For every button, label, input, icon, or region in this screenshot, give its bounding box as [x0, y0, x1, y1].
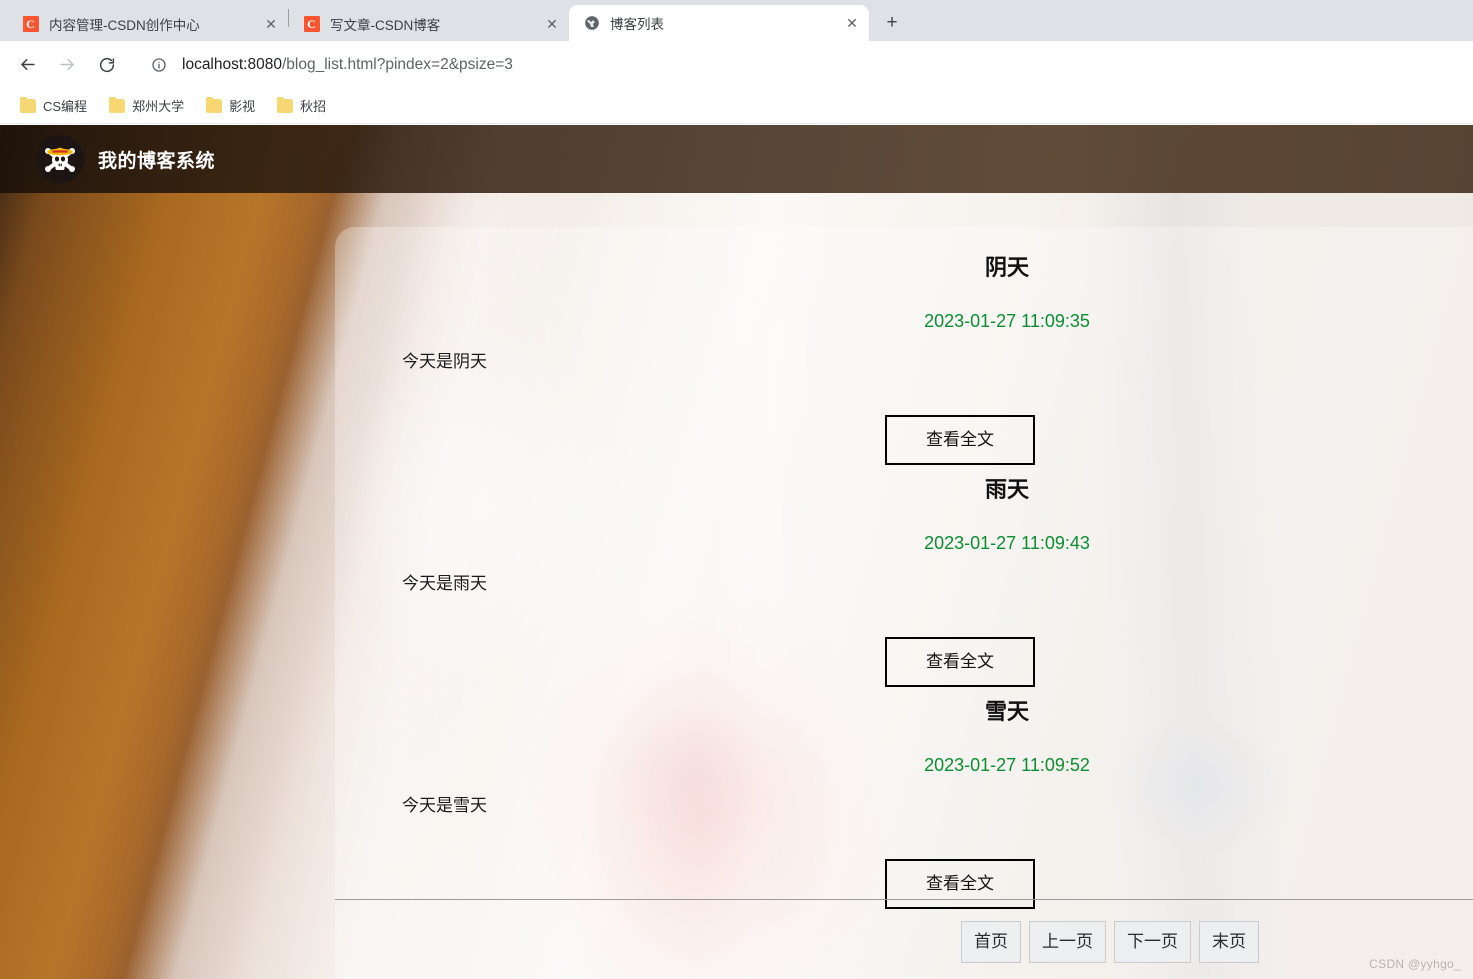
- blog-item: 雨天 2023-01-27 11:09:43 今天是雨天 查看全文: [335, 449, 1473, 687]
- read-more-button[interactable]: 查看全文: [885, 859, 1035, 909]
- blog-description: 今天是雨天: [402, 574, 487, 593]
- site-header: 我的博客系统: [0, 125, 1473, 193]
- bookmarks-bar: CS编程 郑州大学 影视 秋招: [0, 88, 1473, 124]
- reload-icon[interactable]: [92, 50, 122, 80]
- folder-icon: [277, 96, 294, 113]
- folder-icon: [20, 96, 36, 113]
- bookmark-item[interactable]: 影视: [198, 93, 263, 118]
- folder-icon: [206, 96, 223, 113]
- new-tab-button[interactable]: +: [877, 8, 907, 38]
- bookmark-item[interactable]: CS编程: [12, 93, 95, 118]
- blog-list-container: 阴天 2023-01-27 11:09:35 今天是阴天 查看全文 雨天 202…: [335, 227, 1473, 979]
- folder-icon: [109, 96, 126, 113]
- tab-title: 内容管理-CSDN创作中心: [49, 18, 200, 33]
- bookmark-label: 郑州大学: [132, 99, 185, 114]
- skull-crossbones-straw-hat-icon: [36, 135, 84, 183]
- blog-description: 今天是阴天: [402, 352, 487, 371]
- back-icon[interactable]: [12, 50, 42, 80]
- tab-title: 博客列表: [610, 17, 664, 32]
- info-circle-icon[interactable]: [150, 56, 168, 74]
- url-path: /blog_list.html?pindex=2&psize=3: [281, 55, 513, 73]
- bookmark-label: 秋招: [300, 99, 327, 114]
- bookmark-item[interactable]: 秋招: [269, 93, 334, 118]
- globe-icon: [583, 15, 600, 32]
- blog-item: 雪天 2023-01-27 11:09:52 今天是雪天 查看全文: [335, 671, 1473, 909]
- csdn-icon: C: [303, 16, 320, 33]
- blog-description: 今天是雪天: [402, 796, 487, 815]
- bookmark-label: 影视: [229, 99, 256, 114]
- pagination-divider: [335, 899, 1473, 900]
- browser-tab-3-active[interactable]: 博客列表 ✕: [569, 5, 869, 41]
- pagination-last-button[interactable]: 末页: [1199, 921, 1259, 963]
- forward-icon[interactable]: [52, 50, 82, 80]
- site-title: 我的博客系统: [98, 150, 216, 172]
- csdn-icon: C: [22, 16, 39, 33]
- pagination-bar: 首页 上一页 下一页 末页: [541, 921, 1473, 963]
- address-bar[interactable]: localhost:8080/blog_list.html?pindex=2&p…: [138, 50, 1461, 80]
- blog-title: 雨天: [984, 477, 1029, 502]
- browser-tab-1[interactable]: C 内容管理-CSDN创作中心 ✕: [8, 7, 288, 41]
- pagination-next-button[interactable]: 下一页: [1114, 921, 1191, 963]
- page-viewport: 我的博客系统 阴天 2023-01-27 11:09:35 今天是阴天 查看全文…: [0, 125, 1473, 979]
- url-host: localhost:8080: [182, 55, 282, 73]
- close-icon[interactable]: ✕: [260, 13, 282, 35]
- blog-date: 2023-01-27 11:09:43: [924, 533, 1090, 553]
- blog-date: 2023-01-27 11:09:52: [924, 755, 1090, 775]
- blog-title: 阴天: [984, 255, 1029, 280]
- blog-title: 雪天: [984, 699, 1029, 724]
- close-icon[interactable]: ✕: [841, 12, 863, 34]
- browser-toolbar: localhost:8080/blog_list.html?pindex=2&p…: [0, 41, 1473, 88]
- pagination-first-button[interactable]: 首页: [961, 921, 1021, 963]
- blog-item: 阴天 2023-01-27 11:09:35 今天是阴天 查看全文: [335, 227, 1473, 465]
- tab-strip: C 内容管理-CSDN创作中心 ✕ C 写文章-CSDN博客 ✕ 博客列表 ✕: [0, 0, 1473, 41]
- bookmark-label: CS编程: [43, 99, 88, 114]
- bookmark-item[interactable]: 郑州大学: [101, 93, 192, 118]
- close-icon[interactable]: ✕: [541, 13, 563, 35]
- browser-window: C 内容管理-CSDN创作中心 ✕ C 写文章-CSDN博客 ✕ 博客列表 ✕: [0, 0, 1473, 979]
- tab-title: 写文章-CSDN博客: [330, 18, 441, 33]
- pagination-prev-button[interactable]: 上一页: [1029, 921, 1106, 963]
- blog-date: 2023-01-27 11:09:35: [924, 311, 1090, 331]
- browser-tab-2[interactable]: C 写文章-CSDN博客 ✕: [289, 7, 569, 41]
- csdn-watermark: CSDN @yyhgo_: [1369, 957, 1461, 971]
